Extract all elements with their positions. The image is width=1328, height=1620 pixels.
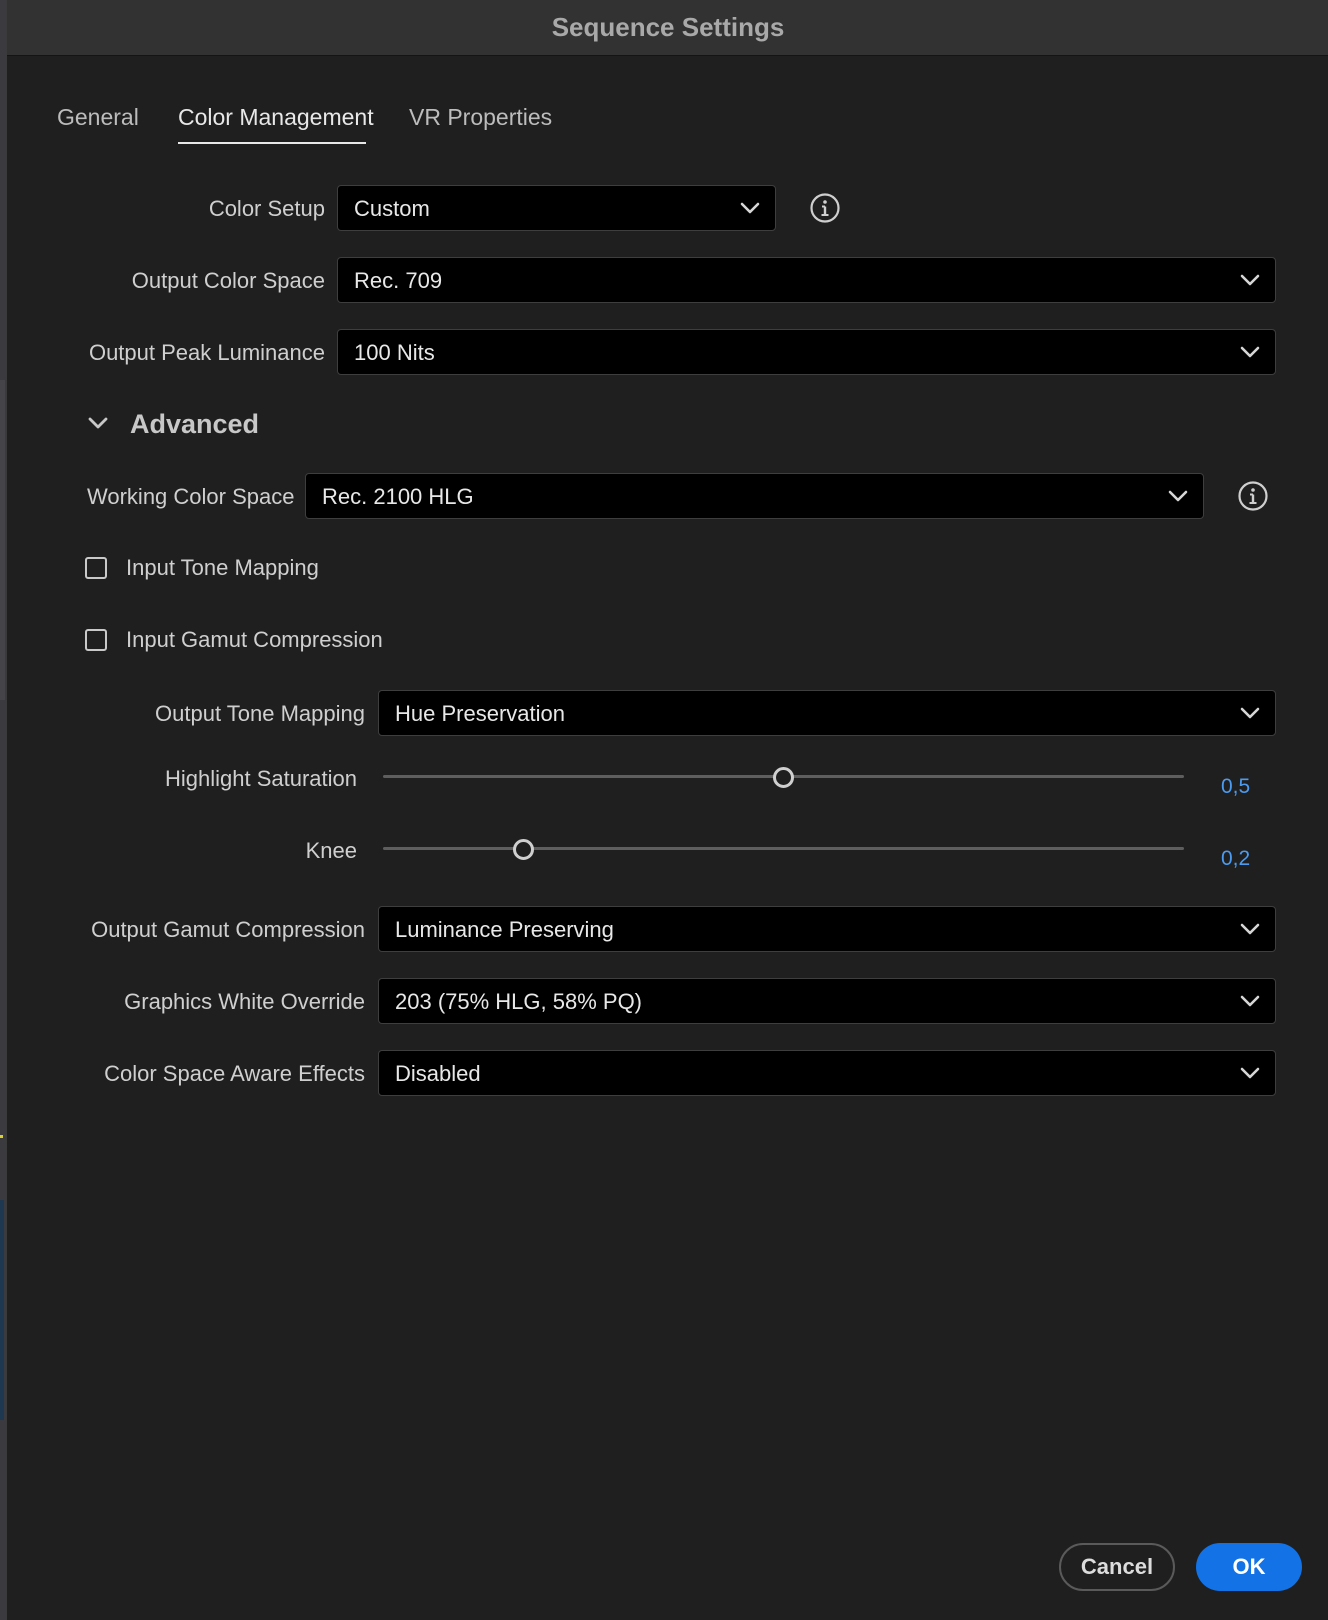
chevron-down-icon — [1240, 707, 1260, 719]
output-peak-luminance-label: Output Peak Luminance — [88, 340, 325, 365]
chevron-down-icon — [1240, 923, 1260, 935]
info-icon[interactable] — [1237, 480, 1269, 512]
color-space-aware-effects-label: Color Space Aware Effects — [104, 1061, 365, 1086]
active-tab-indicator — [178, 142, 366, 144]
knee-value[interactable]: 0,2 — [1221, 847, 1250, 871]
chevron-down-icon — [740, 202, 760, 214]
color-space-aware-effects-value: Disabled — [395, 1061, 481, 1086]
input-tone-mapping-label[interactable]: Input Tone Mapping — [126, 555, 319, 581]
advanced-collapse-chevron-icon[interactable] — [87, 414, 109, 432]
tab-color-management[interactable]: Color Management — [178, 104, 374, 131]
knee-slider-thumb[interactable] — [513, 839, 535, 860]
cancel-button[interactable]: Cancel — [1059, 1543, 1175, 1591]
knee-label: Knee — [305, 838, 357, 863]
graphics-white-override-value: 203 (75% HLG, 58% PQ) — [395, 989, 643, 1014]
background-panel-strip — [0, 1200, 4, 1420]
input-gamut-compression-label[interactable]: Input Gamut Compression — [126, 627, 383, 653]
input-tone-mapping-checkbox[interactable] — [85, 557, 107, 579]
working-color-space-label: Working Color Space — [87, 484, 295, 509]
knee-slider-track[interactable] — [383, 847, 1184, 850]
ok-button[interactable]: OK — [1196, 1543, 1302, 1591]
title-bar[interactable]: Sequence Settings — [7, 0, 1328, 56]
output-gamut-compression-label: Output Gamut Compression — [91, 917, 365, 942]
info-icon[interactable] — [809, 192, 841, 224]
chevron-down-icon — [1240, 995, 1260, 1007]
output-tone-mapping-value: Hue Preservation — [395, 701, 565, 726]
output-gamut-compression-dropdown[interactable]: Luminance Preserving — [378, 906, 1276, 952]
color-setup-value: Custom — [354, 196, 430, 221]
output-tone-mapping-dropdown[interactable]: Hue Preservation — [378, 690, 1276, 736]
advanced-section-title[interactable]: Advanced — [130, 409, 259, 440]
graphics-white-override-label: Graphics White Override — [124, 989, 365, 1014]
color-setup-label: Color Setup — [208, 196, 325, 221]
output-color-space-label: Output Color Space — [131, 268, 325, 293]
working-color-space-dropdown[interactable]: Rec. 2100 HLG — [305, 473, 1204, 519]
highlight-saturation-value[interactable]: 0,5 — [1221, 775, 1250, 799]
output-tone-mapping-label: Output Tone Mapping — [155, 701, 365, 726]
graphics-white-override-dropdown[interactable]: 203 (75% HLG, 58% PQ) — [378, 978, 1276, 1024]
output-color-space-dropdown[interactable]: Rec. 709 — [337, 257, 1276, 303]
color-setup-dropdown[interactable]: Custom — [337, 185, 776, 231]
chevron-down-icon — [1168, 490, 1188, 502]
sequence-settings-dialog: Sequence Settings General Color Manageme… — [6, 0, 1328, 1620]
dialog-title: Sequence Settings — [551, 12, 785, 42]
chevron-down-icon — [1240, 346, 1260, 358]
color-space-aware-effects-dropdown[interactable]: Disabled — [378, 1050, 1276, 1096]
tab-vr-properties[interactable]: VR Properties — [409, 104, 552, 131]
background-marker — [0, 1135, 3, 1138]
output-peak-luminance-dropdown[interactable]: 100 Nits — [337, 329, 1276, 375]
output-peak-luminance-value: 100 Nits — [354, 340, 435, 365]
input-gamut-compression-checkbox[interactable] — [85, 629, 107, 651]
working-color-space-value: Rec. 2100 HLG — [322, 484, 474, 509]
highlight-saturation-label: Highlight Saturation — [164, 766, 357, 791]
chevron-down-icon — [1240, 1067, 1260, 1079]
output-color-space-value: Rec. 709 — [354, 268, 443, 293]
output-gamut-compression-value: Luminance Preserving — [395, 917, 614, 942]
highlight-saturation-slider-thumb[interactable] — [773, 767, 794, 788]
chevron-down-icon — [1240, 274, 1260, 286]
background-panel-strip — [0, 380, 5, 700]
tab-general[interactable]: General — [57, 104, 139, 131]
